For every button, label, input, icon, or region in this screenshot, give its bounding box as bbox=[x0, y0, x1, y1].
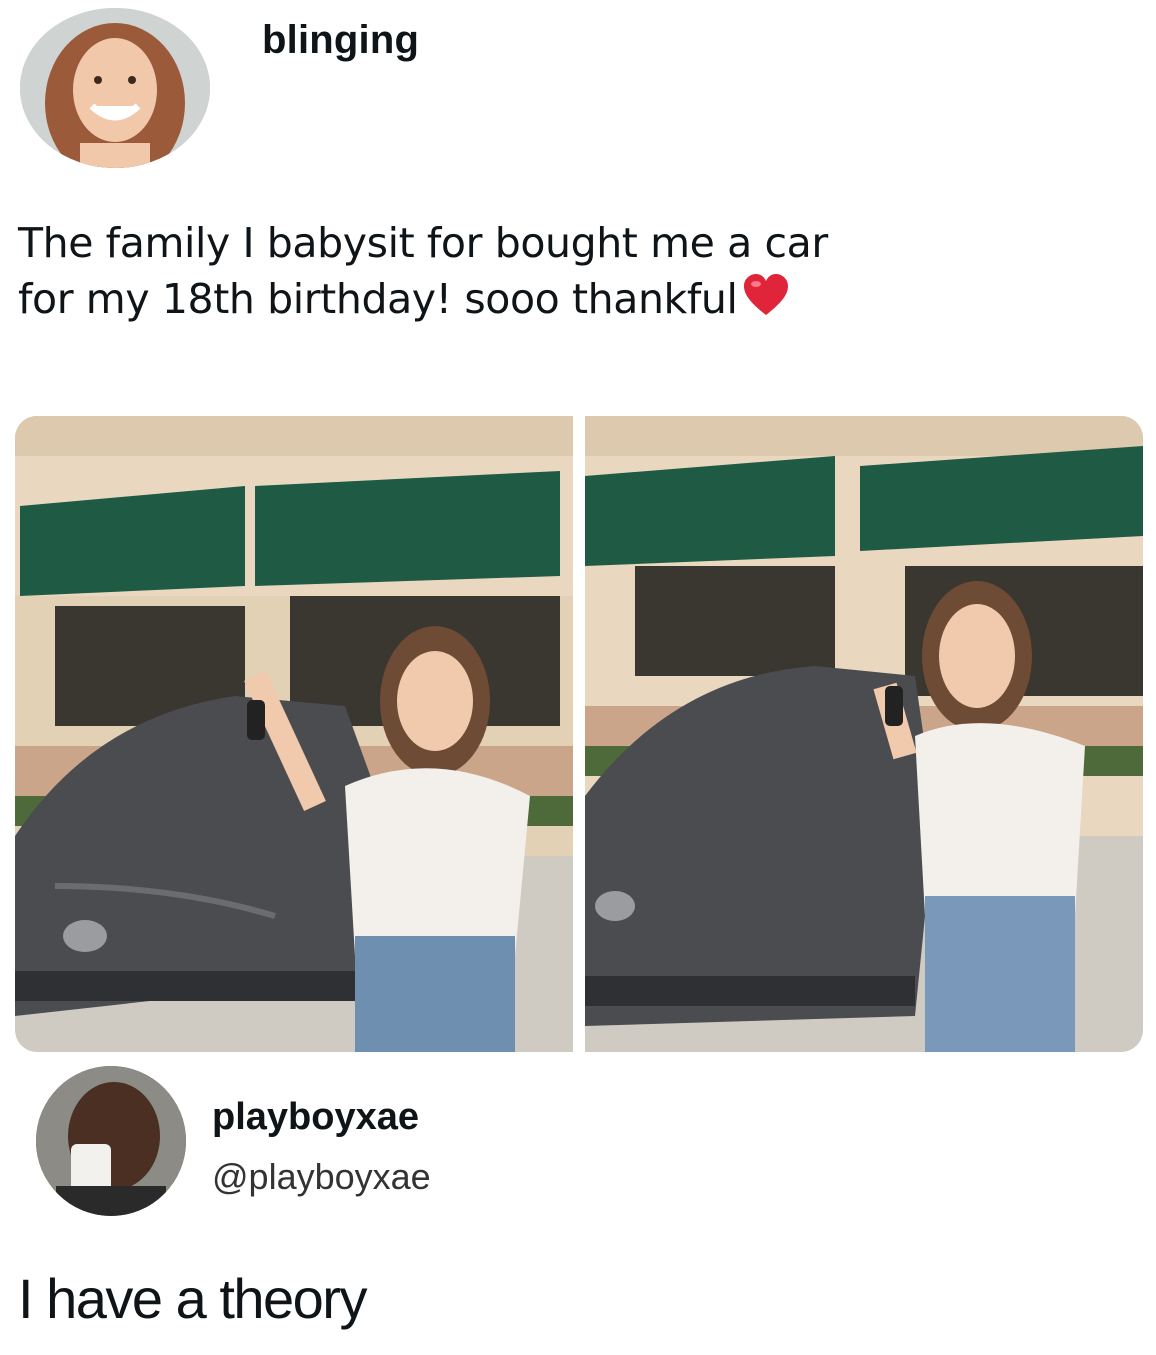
post-text-line-1: The family I babysit for bought me a car bbox=[18, 219, 828, 267]
girl-with-car-photo bbox=[15, 416, 573, 1052]
reply-avatar[interactable] bbox=[36, 1066, 186, 1216]
reply-text: I have a theory bbox=[18, 1267, 367, 1330]
post-text: The family I babysit for bought me a car… bbox=[18, 215, 1128, 331]
man-drinking-portrait-icon bbox=[36, 1066, 186, 1216]
photo-right[interactable] bbox=[585, 416, 1143, 1052]
photo-grid[interactable] bbox=[15, 416, 1143, 1052]
heart-emoji-icon bbox=[742, 273, 790, 331]
photo-left[interactable] bbox=[15, 416, 573, 1052]
girl-with-car-photo bbox=[585, 416, 1143, 1052]
post-text-line-2: for my 18th birthday! sooo thankful bbox=[18, 271, 1128, 331]
reply-display-name[interactable]: playboyxae bbox=[212, 1096, 419, 1139]
meme-post: blinging The family I babysit for bought… bbox=[0, 0, 1156, 1355]
poster-avatar[interactable] bbox=[20, 8, 210, 168]
woman-portrait-icon bbox=[20, 8, 210, 168]
poster-username[interactable]: blinging bbox=[262, 18, 419, 63]
reply-handle[interactable]: @playboyxae bbox=[212, 1156, 431, 1198]
